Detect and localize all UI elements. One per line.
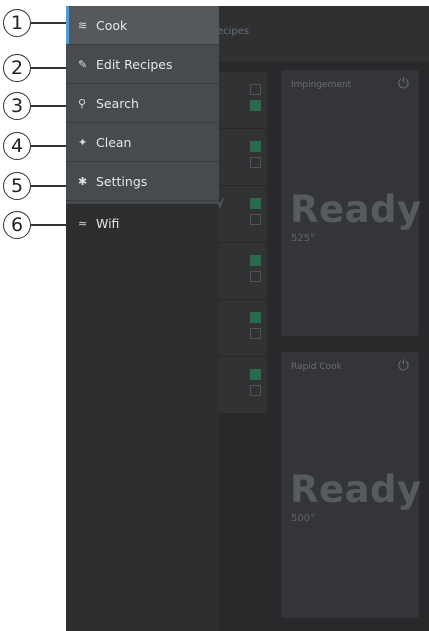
header-title: ecipes — [217, 26, 250, 37]
leader-line — [31, 22, 66, 24]
callout-6: 6 — [0, 210, 66, 240]
menu-item-label: Edit Recipes — [96, 56, 173, 72]
recipe-list: y — [216, 72, 267, 414]
nav-drawer: ≋ Cook ✎ Edit Recipes ⚲ Search ✦ Clean ✱… — [66, 6, 219, 631]
list-item[interactable] — [219, 72, 267, 129]
callout-1: 1 — [0, 8, 66, 38]
list-item[interactable] — [219, 243, 267, 300]
toggle-bottom[interactable] — [250, 157, 261, 168]
menu-item-search[interactable]: ⚲ Search — [66, 84, 219, 123]
callout-4: 4 — [0, 131, 66, 161]
callout-number: 5 — [3, 172, 31, 200]
toggle-bottom[interactable] — [250, 100, 261, 111]
toggle-bottom[interactable] — [250, 385, 261, 396]
menu-item-label: Cook — [96, 17, 128, 33]
nav-menu: ≋ Cook ✎ Edit Recipes ⚲ Search ✦ Clean ✱… — [66, 6, 219, 204]
pencil-icon: ✎ — [78, 57, 88, 71]
oven-name: Rapid Cook — [291, 362, 342, 372]
oven-name: Impingement — [291, 80, 352, 90]
toggle-top[interactable] — [250, 255, 261, 266]
oven-panel-rapid-cook[interactable]: Rapid Cook ⏻ Ready 500° — [281, 352, 422, 618]
leader-line — [31, 67, 66, 69]
callout-number: 1 — [3, 9, 31, 37]
toggle-bottom[interactable] — [250, 328, 261, 339]
toggle-top[interactable] — [250, 312, 261, 323]
toggle-top[interactable] — [250, 84, 261, 95]
oven-temp: 525° — [291, 233, 316, 244]
callout-number: 6 — [3, 211, 31, 239]
oven-panel-impingement[interactable]: Impingement ⏻ Ready 525° — [281, 70, 422, 336]
menu-item-wifi[interactable]: ≈ Wifi — [66, 204, 219, 243]
power-icon[interactable]: ⏻ — [398, 358, 409, 374]
power-icon[interactable]: ⏻ — [398, 76, 409, 92]
list-item[interactable] — [219, 300, 267, 357]
gear-icon: ✱ — [78, 174, 88, 188]
recipes-header: ecipes — [217, 6, 429, 62]
toggle-bottom[interactable] — [250, 214, 261, 225]
oven-status: Ready — [290, 468, 422, 511]
search-icon: ⚲ — [78, 96, 87, 110]
oven-temp: 500° — [291, 513, 316, 524]
toggle-top[interactable] — [250, 198, 261, 209]
toggle-bottom[interactable] — [250, 271, 261, 282]
callout-3: 3 — [0, 91, 66, 121]
list-item[interactable] — [219, 129, 267, 186]
leader-line — [31, 145, 66, 147]
menu-item-clean[interactable]: ✦ Clean — [66, 123, 219, 162]
menu-item-label: Settings — [96, 173, 148, 189]
menu-item-edit-recipes[interactable]: ✎ Edit Recipes — [66, 45, 219, 84]
menu-item-cook[interactable]: ≋ Cook — [66, 6, 219, 45]
toggle-top[interactable] — [250, 141, 261, 152]
toggle-top[interactable] — [250, 369, 261, 380]
wifi-off-icon: ≈ — [78, 217, 88, 230]
oven-status: Ready — [290, 188, 422, 231]
list-item[interactable] — [219, 357, 267, 414]
callout-number: 2 — [3, 54, 31, 82]
leader-line — [31, 185, 66, 187]
clean-icon: ✦ — [78, 135, 88, 149]
menu-item-label: Wifi — [96, 216, 120, 231]
callout-2: 2 — [0, 53, 66, 83]
leader-line — [31, 224, 66, 226]
menu-item-label: Search — [96, 95, 139, 111]
callout-number: 3 — [3, 92, 31, 120]
callout-5: 5 — [0, 171, 66, 201]
list-item[interactable]: y — [216, 186, 267, 243]
menu-item-label: Clean — [96, 134, 132, 150]
leader-line — [31, 105, 66, 107]
app-window: ecipes y Impingement ⏻ Ready 525° Rapid … — [66, 6, 429, 631]
menu-item-settings[interactable]: ✱ Settings — [66, 162, 219, 201]
cook-icon: ≋ — [78, 18, 88, 32]
callout-number: 4 — [3, 132, 31, 160]
